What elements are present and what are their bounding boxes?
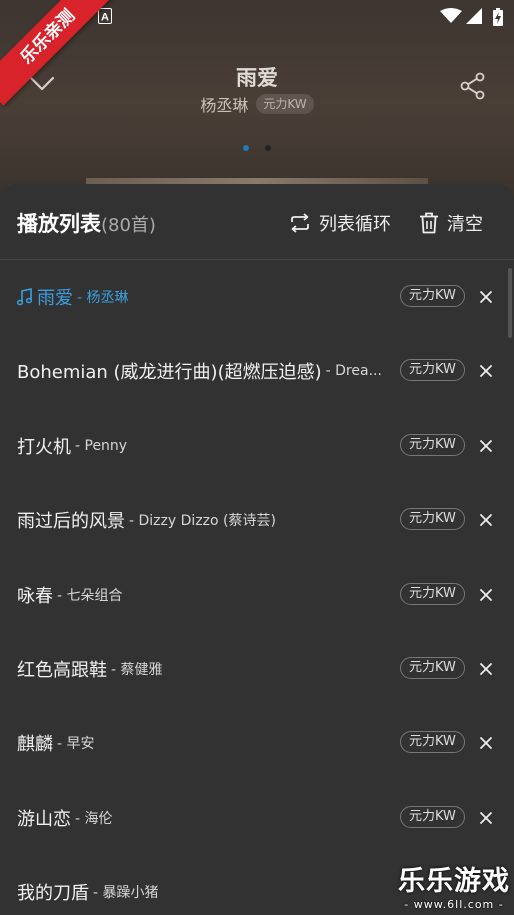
playlist-list: 雨爱 - 杨丞琳 元力KW Bohemian (威龙进行曲)(超燃压迫感) - Drea… <box>0 260 514 915</box>
battery-charging-icon <box>493 8 503 26</box>
song-name: 我的刀盾 <box>17 883 89 905</box>
song-artist: - Drea... <box>325 363 382 380</box>
source-badge: 元力KW <box>400 656 465 679</box>
playlist-item[interactable]: 雨爱 - 杨丞琳 元力KW <box>0 260 514 334</box>
remove-item-close-icon[interactable] <box>478 735 494 751</box>
source-badge: 元力KW <box>400 731 465 754</box>
now-playing-music-note-icon <box>17 288 33 306</box>
playlist-sheet: 播放列表(80首) 列表循环 清空 雨爱 - 杨丞琳 元力KW Bohemian (威… <box>0 184 514 915</box>
song-artist: - 七朵组合 <box>57 587 123 604</box>
share-icon[interactable] <box>460 72 486 100</box>
playlist-item-title: 咏春 - 七朵组合 <box>17 558 392 632</box>
player-header: 雨爱 杨丞琳 元力KW <box>0 56 514 126</box>
playlist-item-title: 我的刀盾 - 暴躁小猪 <box>17 855 392 915</box>
song-name: 雨过后的风景 <box>17 511 125 533</box>
playlist-item[interactable]: 咏春 - 七朵组合 元力KW <box>0 558 514 632</box>
loop-mode-button[interactable]: 列表循环 <box>289 210 391 236</box>
source-badge: 元力KW <box>400 285 465 307</box>
playlist-item-title: 红色高跟鞋 - 蔡健雅 <box>17 632 392 706</box>
repeat-icon <box>291 213 309 233</box>
song-name: 麒麟 <box>17 734 53 756</box>
song-artist: - 早安 <box>57 736 95 753</box>
playlist-item-title: Bohemian (威龙进行曲)(超燃压迫感) - Drea... <box>17 334 392 408</box>
song-artist: - Dizzy Dizzo (蔡诗芸) <box>129 513 276 530</box>
playlist-item[interactable]: 红色高跟鞋 - 蔡健雅 元力KW <box>0 632 514 706</box>
song-name: Bohemian (威龙进行曲)(超燃压迫感) <box>17 362 322 384</box>
song-name: 咏春 <box>17 585 53 607</box>
notification-a-icon: A <box>98 8 112 24</box>
remove-item-close-icon[interactable] <box>478 512 494 528</box>
song-artist: - 暴躁小猪 <box>93 885 159 902</box>
playlist-title-text: 播放列表 <box>17 212 101 236</box>
song-name: 雨爱 <box>37 288 73 309</box>
player-song-title: 雨爱 <box>236 66 278 90</box>
watermark-logo-text: 乐乐游戏 <box>398 866 510 897</box>
playlist-item[interactable]: 麒麟 - 早安 元力KW <box>0 706 514 780</box>
playlist-header: 播放列表(80首) 列表循环 清空 <box>0 184 514 260</box>
remove-item-close-icon[interactable] <box>478 587 494 603</box>
playlist-item-title: 雨过后的风景 - Dizzy Dizzo (蔡诗芸) <box>17 483 392 557</box>
clear-playlist-label: 清空 <box>447 214 483 235</box>
svg-text:A: A <box>101 12 109 24</box>
song-name: 游山恋 <box>17 808 71 830</box>
playlist-item[interactable]: Bohemian (威龙进行曲)(超燃压迫感) - Drea... 元力KW <box>0 334 514 408</box>
watermark: 乐乐游戏 - www.6ll.com - <box>398 859 510 911</box>
song-name: 红色高跟鞋 <box>17 659 107 681</box>
remove-item-close-icon[interactable] <box>478 810 494 826</box>
song-artist: - 蔡健雅 <box>111 661 163 678</box>
playlist-item[interactable]: 打火机 - Penny 元力KW <box>0 409 514 483</box>
remove-item-close-icon[interactable] <box>478 661 494 677</box>
page-dot-active <box>243 145 249 151</box>
song-artist: - 杨丞琳 <box>77 290 129 306</box>
remove-item-close-icon[interactable] <box>478 438 494 454</box>
remove-item-close-icon[interactable] <box>478 363 494 379</box>
source-badge: 元力KW <box>400 359 465 382</box>
playlist-item-title: 打火机 - Penny <box>17 409 392 483</box>
song-artist: - Penny <box>75 437 128 454</box>
playlist-count: (80首) <box>101 215 156 236</box>
playlist-item-title: 游山恋 - 海伦 <box>17 781 392 855</box>
source-badge: 元力KW <box>400 582 465 605</box>
remove-item-close-icon[interactable] <box>478 289 494 305</box>
playlist-item[interactable]: 雨过后的风景 - Dizzy Dizzo (蔡诗芸) 元力KW <box>0 483 514 557</box>
source-badge: 元力KW <box>400 433 465 456</box>
source-badge: 元力KW <box>400 805 465 828</box>
wifi-icon <box>440 8 462 23</box>
watermark-url: - www.6ll.com - <box>404 898 504 911</box>
playlist-item[interactable]: 游山恋 - 海伦 元力KW <box>0 781 514 855</box>
playlist-item-title: 麒麟 - 早安 <box>17 706 392 780</box>
loop-mode-label: 列表循环 <box>319 214 391 235</box>
song-name: 打火机 <box>17 436 71 458</box>
page-dot <box>265 145 271 151</box>
page-indicator <box>0 136 514 155</box>
player-artist: 杨丞琳 <box>200 96 249 115</box>
player-song-subtitle: 杨丞琳 元力KW <box>0 92 514 116</box>
source-badge: 元力KW <box>400 508 465 531</box>
playlist-item-title: 雨爱 - 杨丞琳 <box>17 260 392 334</box>
song-artist: - 海伦 <box>75 810 113 827</box>
playlist-title: 播放列表(80首) <box>17 208 156 238</box>
trash-icon <box>420 212 438 234</box>
clear-playlist-button[interactable]: 清空 <box>419 210 483 236</box>
signal-icon <box>466 8 482 24</box>
player-source-badge: 元力KW <box>256 94 314 114</box>
